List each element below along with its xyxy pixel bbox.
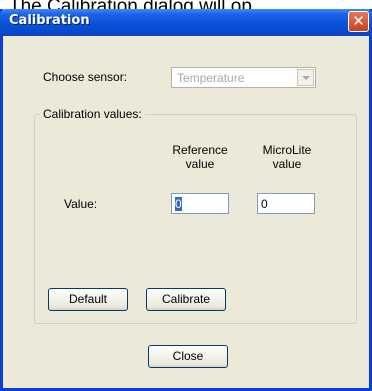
sensor-select-value: Temperature <box>177 71 245 85</box>
calibrate-button[interactable]: Calibrate <box>146 288 226 311</box>
reference-value-header: Reference value <box>172 143 228 171</box>
default-button[interactable]: Default <box>48 288 128 311</box>
close-icon[interactable]: ✕ <box>348 11 369 32</box>
microlite-value-header: MicroLite value <box>262 143 312 171</box>
title-bar[interactable]: Calibration ✕ <box>0 9 372 36</box>
close-button[interactable]: Close <box>148 345 228 368</box>
choose-sensor-label: Choose sensor: <box>43 70 128 84</box>
value-label: Value: <box>64 197 98 211</box>
microlite-value-input[interactable]: 0 <box>257 193 315 214</box>
reference-value-text: 0 <box>175 197 182 211</box>
window-title: Calibration <box>9 13 90 28</box>
microlite-value-text: 0 <box>261 197 268 211</box>
sensor-select[interactable]: Temperature <box>171 67 316 88</box>
chevron-down-icon[interactable] <box>297 69 314 86</box>
reference-value-input[interactable]: 0 <box>171 193 229 214</box>
group-legend: Calibration values: <box>40 107 145 121</box>
